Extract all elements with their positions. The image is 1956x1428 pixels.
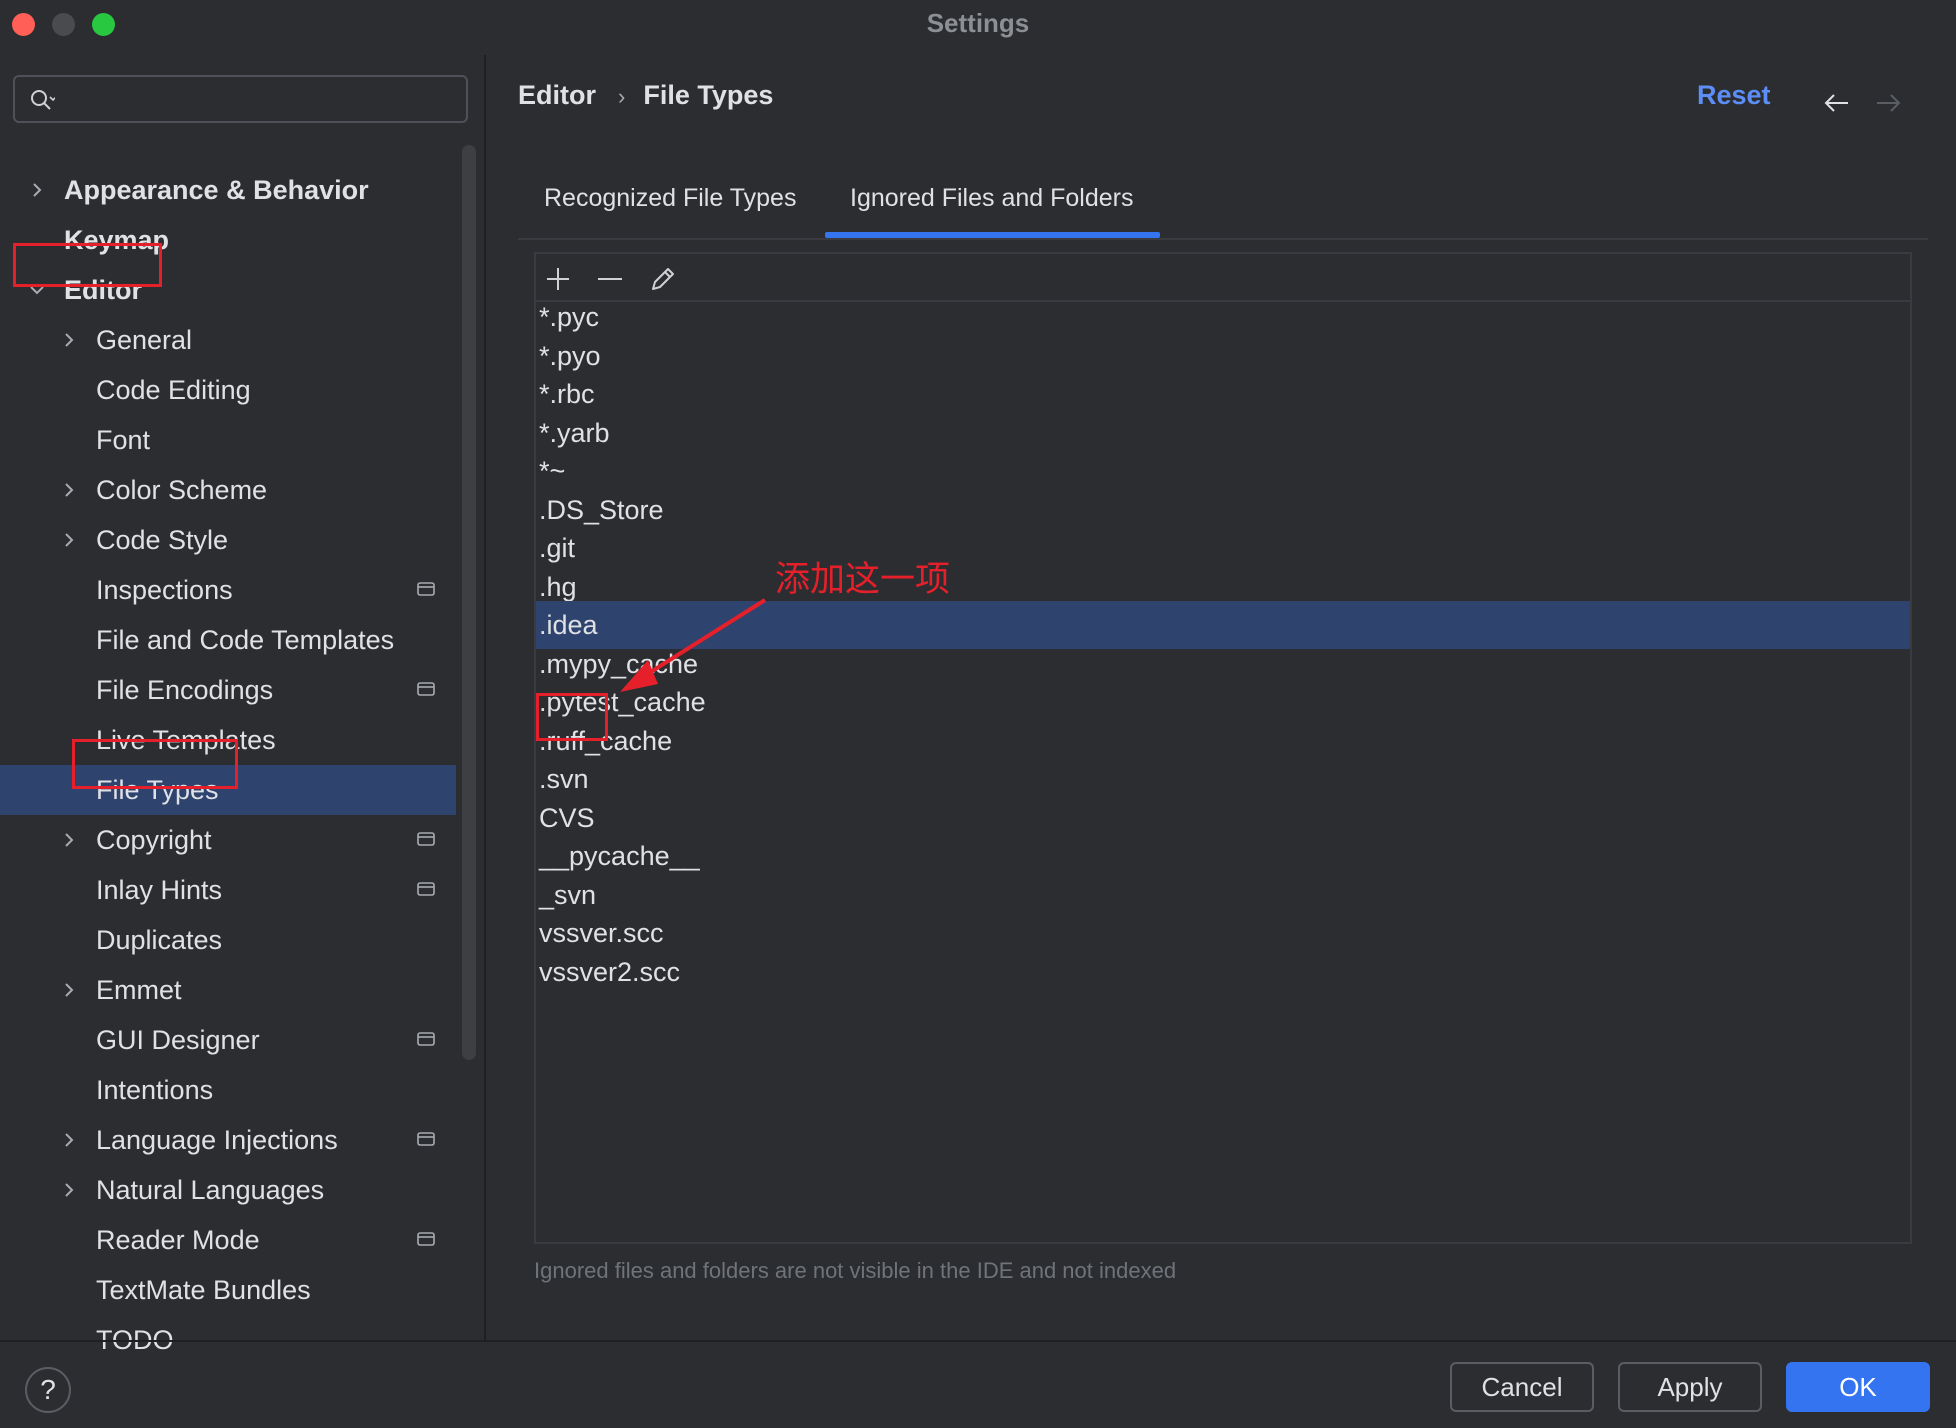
breadcrumb: Editor › File Types bbox=[518, 80, 773, 111]
sidebar-item-label: Intentions bbox=[96, 1075, 214, 1105]
annotation-text: 添加这一项 bbox=[775, 560, 951, 599]
sidebar-item-label: Color Scheme bbox=[96, 475, 268, 505]
chevron-right-icon[interactable] bbox=[60, 1181, 78, 1199]
arrow-right-icon[interactable] bbox=[1873, 88, 1903, 118]
sidebar-item-label: File Encodings bbox=[96, 675, 274, 705]
project-scope-icon bbox=[417, 1032, 435, 1046]
cancel-button[interactable]: Cancel bbox=[1450, 1362, 1594, 1412]
sidebar-item-label: Inlay Hints bbox=[96, 875, 223, 905]
footer-divider bbox=[0, 1340, 1956, 1342]
project-scope-icon bbox=[417, 1232, 435, 1246]
sidebar-item-label: Language Injections bbox=[96, 1125, 338, 1155]
sidebar-item-label: Natural Languages bbox=[96, 1175, 325, 1205]
list-item-label: vssver2.scc bbox=[539, 957, 681, 987]
sidebar-item-color-scheme[interactable]: Color Scheme bbox=[0, 465, 456, 515]
sidebar-item-label: Code Editing bbox=[96, 375, 251, 405]
pencil-icon[interactable] bbox=[646, 262, 680, 296]
sidebar-item-keymap[interactable]: Keymap bbox=[0, 215, 456, 265]
sidebar-item-natural-languages[interactable]: Natural Languages bbox=[0, 1165, 456, 1215]
project-scope-icon bbox=[417, 882, 435, 896]
arrow-left-icon[interactable] bbox=[1822, 88, 1852, 118]
hint-text: Ignored files and folders are not visibl… bbox=[534, 1258, 1177, 1283]
sidebar-item-textmate-bundles[interactable]: TextMate Bundles bbox=[0, 1265, 456, 1315]
breadcrumb-separator-icon: › bbox=[618, 84, 626, 109]
search-input[interactable] bbox=[13, 75, 468, 123]
sidebar-item-general[interactable]: General bbox=[0, 315, 456, 365]
sidebar-item-label: File and Code Templates bbox=[96, 625, 395, 655]
sidebar-item-inspections[interactable]: Inspections bbox=[0, 565, 456, 615]
project-scope-icon bbox=[417, 682, 435, 696]
chevron-right-icon[interactable] bbox=[60, 481, 78, 499]
help-button[interactable]: ? bbox=[25, 1367, 71, 1413]
chevron-right-icon[interactable] bbox=[60, 1131, 78, 1149]
annotation-arrow-icon bbox=[620, 598, 767, 692]
sidebar-item-duplicates[interactable]: Duplicates bbox=[0, 915, 456, 965]
sidebar-item-label: File Types bbox=[96, 775, 219, 805]
tab-recognized-file-types[interactable]: Recognized File Types bbox=[544, 184, 796, 213]
sidebar-item-label: General bbox=[96, 325, 193, 355]
sidebar-item-gui-designer[interactable]: GUI Designer bbox=[0, 1015, 456, 1065]
chevron-right-icon[interactable] bbox=[28, 181, 46, 199]
window-title: Settings bbox=[926, 8, 1030, 38]
chevron-down-icon[interactable] bbox=[28, 281, 46, 299]
sidebar-item-file-and-code-templates[interactable]: File and Code Templates bbox=[0, 615, 456, 665]
chevron-right-icon[interactable] bbox=[60, 831, 78, 849]
minus-icon[interactable] bbox=[593, 262, 627, 296]
chevron-right-icon[interactable] bbox=[60, 531, 78, 549]
sidebar-item-label: Font bbox=[96, 425, 151, 455]
sidebar-item-label: Inspections bbox=[96, 575, 233, 605]
breadcrumb-editor[interactable]: Editor bbox=[518, 80, 596, 110]
reset-link[interactable]: Reset bbox=[1697, 80, 1771, 111]
sidebar-item-label: Duplicates bbox=[96, 925, 223, 955]
sidebar-item-label: Live Templates bbox=[96, 725, 276, 755]
list-item[interactable]: vssver2.scc bbox=[536, 948, 1910, 996]
settings-window: Settings Appearance & Behavior Keymap Edit… bbox=[0, 0, 1956, 1428]
sidebar-item-label: Copyright bbox=[96, 825, 212, 855]
chevron-right-icon[interactable] bbox=[60, 981, 78, 999]
sidebar-item-label: GUI Designer bbox=[96, 1025, 260, 1055]
sidebar-item-label: Reader Mode bbox=[96, 1225, 260, 1255]
project-scope-icon bbox=[417, 832, 435, 846]
apply-button[interactable]: Apply bbox=[1618, 1362, 1762, 1412]
search-icon bbox=[31, 90, 55, 110]
pane-divider[interactable] bbox=[484, 55, 486, 1340]
ignored-files-panel: *.pyc *.pyo *.rbc *.yarb *~ .DS_Store .git .hg.… bbox=[534, 252, 1912, 1244]
tab-ignored-files-and-folders[interactable]: Ignored Files and Folders bbox=[850, 184, 1133, 213]
sidebar-item-label: Code Style bbox=[96, 525, 229, 555]
project-scope-icon bbox=[417, 1132, 435, 1146]
sidebar-item-font[interactable]: Font bbox=[0, 415, 456, 465]
breadcrumb-file-types: File Types bbox=[643, 80, 774, 110]
sidebar-item-intentions[interactable]: Intentions bbox=[0, 1065, 456, 1115]
sidebar-scrollbar[interactable] bbox=[462, 145, 476, 1060]
sidebar-item-reader-mode[interactable]: Reader Mode bbox=[0, 1215, 456, 1265]
sidebar-item-code-editing[interactable]: Code Editing bbox=[0, 365, 456, 415]
sidebar-item-label: Emmet bbox=[96, 975, 182, 1005]
sidebar-item-emmet[interactable]: Emmet bbox=[0, 965, 456, 1015]
plus-icon[interactable] bbox=[541, 262, 575, 296]
sidebar-item-file-types[interactable]: File Types bbox=[0, 765, 456, 815]
project-scope-icon bbox=[417, 582, 435, 596]
sidebar-item-live-templates[interactable]: Live Templates bbox=[0, 715, 456, 765]
settings-sidebar: Appearance & Behavior Keymap Editor General… bbox=[0, 55, 484, 1355]
sidebar-item-code-style[interactable]: Code Style bbox=[0, 515, 456, 565]
sidebar-item-label: TextMate Bundles bbox=[96, 1275, 311, 1305]
chevron-right-icon[interactable] bbox=[60, 331, 78, 349]
sidebar-item-editor[interactable]: Editor bbox=[0, 265, 456, 315]
sidebar-item-label: Keymap bbox=[64, 225, 170, 255]
tab-bar: Recognized File Types Ignored Files and … bbox=[518, 170, 1928, 240]
sidebar-item-inlay-hints[interactable]: Inlay Hints bbox=[0, 865, 456, 915]
sidebar-item-appearance-behavior[interactable]: Appearance & Behavior bbox=[0, 165, 456, 215]
active-tab-indicator bbox=[825, 232, 1160, 238]
title-bar: Settings bbox=[0, 0, 1956, 48]
sidebar-item-label: Editor bbox=[64, 275, 142, 305]
sidebar-item-label: Appearance & Behavior bbox=[64, 175, 369, 205]
sidebar-item-language-injections[interactable]: Language Injections bbox=[0, 1115, 456, 1165]
sidebar-item-file-encodings[interactable]: File Encodings bbox=[0, 665, 456, 715]
ok-button[interactable]: OK bbox=[1786, 1362, 1930, 1412]
sidebar-item-copyright[interactable]: Copyright bbox=[0, 815, 456, 865]
